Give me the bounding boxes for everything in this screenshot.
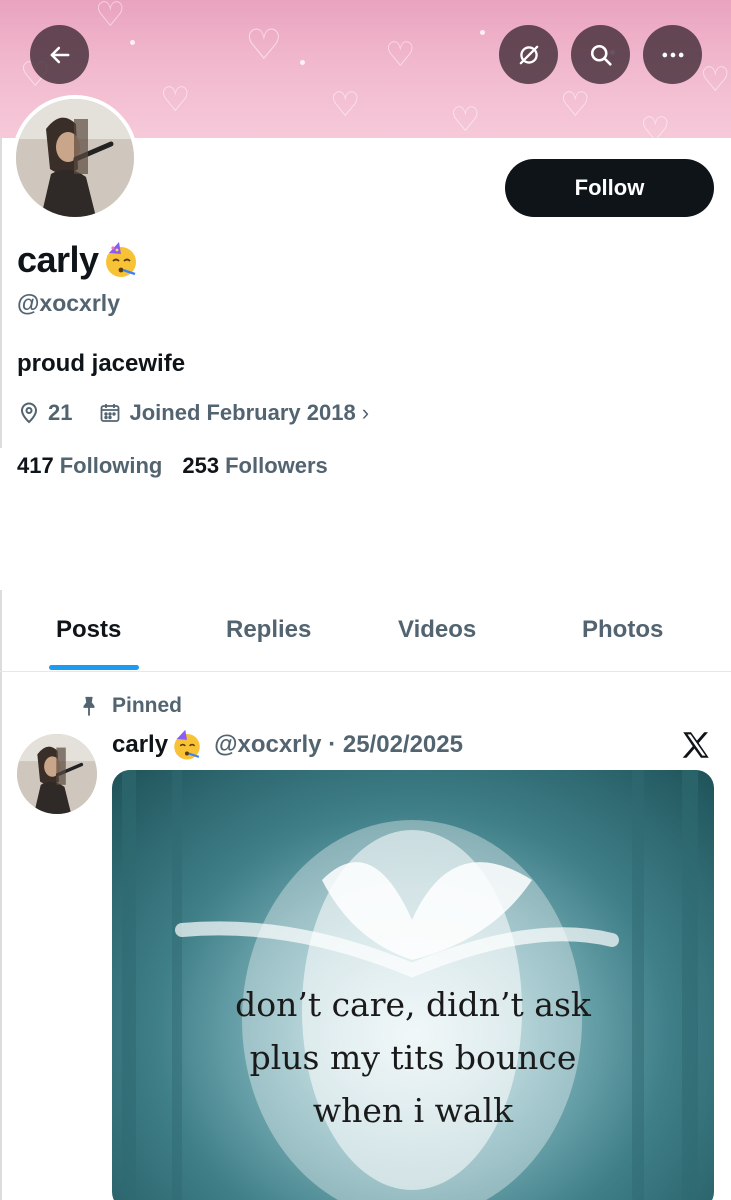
search-button[interactable] xyxy=(571,25,630,84)
grok-button[interactable] xyxy=(499,25,558,84)
followers-label: Followers xyxy=(225,453,328,478)
profile-handle: @xocxrly xyxy=(17,290,120,316)
location: 21 xyxy=(17,400,72,426)
active-tab-indicator xyxy=(49,665,139,670)
pin-icon xyxy=(83,696,95,717)
search-icon xyxy=(590,44,612,66)
display-name: carly xyxy=(17,239,141,281)
post-author-avatar[interactable] xyxy=(17,734,97,814)
tab-posts[interactable]: Posts xyxy=(56,616,121,644)
profile-bio: proud jacewife xyxy=(17,350,186,377)
post-header: carly @xocxrly · 25/02/2025 xyxy=(112,728,463,762)
heart-decoration: ♡ xyxy=(160,81,191,119)
heart-decoration: ♡ xyxy=(560,86,591,124)
display-name-text: carly xyxy=(17,239,99,280)
partying-face-emoji xyxy=(174,729,200,760)
following-link[interactable]: 417 Following xyxy=(17,453,162,479)
profile-meta: 21 Joined February 2018 › xyxy=(17,400,395,426)
post-media-image[interactable]: don’t care, didn’t ask plus my tits boun… xyxy=(112,770,714,1200)
calendar-icon xyxy=(101,404,120,422)
follow-button[interactable]: Follow xyxy=(505,159,714,217)
heart-decoration: ♡ xyxy=(245,21,283,68)
avatar-image xyxy=(17,734,97,814)
following-label: Following xyxy=(59,453,163,478)
tab-videos[interactable]: Videos xyxy=(398,616,476,644)
sparkle-decoration xyxy=(130,40,135,45)
avatar-image xyxy=(16,99,134,217)
post-author-name[interactable]: carly xyxy=(112,731,168,759)
heart-decoration: ♡ xyxy=(330,86,361,124)
media-caption-line: when i walk xyxy=(312,1091,514,1130)
joined-date[interactable]: Joined February 2018 › xyxy=(98,400,369,426)
chevron-right-icon: › xyxy=(361,400,370,425)
tab-replies[interactable]: Replies xyxy=(226,616,311,644)
grok-icon xyxy=(519,45,538,64)
more-horizontal-icon xyxy=(662,52,683,57)
pinned-label: Pinned xyxy=(112,694,183,717)
media-caption-line: don’t care, didn’t ask xyxy=(235,985,591,1024)
heart-decoration: ♡ xyxy=(640,111,671,138)
following-count: 417 xyxy=(17,453,54,478)
divider xyxy=(0,590,2,1200)
tab-photos[interactable]: Photos xyxy=(582,616,663,644)
followers-count: 253 xyxy=(182,453,220,478)
media-caption: don’t care, didn’t ask plus my tits boun… xyxy=(112,978,714,1137)
heart-decoration: ♡ xyxy=(95,0,126,34)
post-handle-date[interactable]: @xocxrly · 25/02/2025 xyxy=(214,731,463,759)
sparkle-decoration xyxy=(480,30,485,35)
profile-avatar[interactable] xyxy=(12,95,138,221)
joined-text: Joined February 2018 xyxy=(129,400,356,425)
heart-decoration: ♡ xyxy=(450,101,481,138)
divider xyxy=(0,138,2,448)
x-logo-icon xyxy=(682,732,709,758)
back-button[interactable] xyxy=(30,25,89,84)
arrow-left-icon xyxy=(50,46,69,63)
media-caption-line: plus my tits bounce xyxy=(249,1038,577,1077)
location-pin-icon xyxy=(20,402,38,424)
partying-face-emoji xyxy=(105,242,136,277)
sparkle-decoration xyxy=(300,60,305,65)
follow-counts: 417 Following 253 Followers xyxy=(17,453,348,479)
profile-tabs: Posts Replies Videos Photos xyxy=(0,600,731,672)
followers-link[interactable]: 253 Followers xyxy=(182,453,327,479)
heart-decoration: ♡ xyxy=(700,61,731,99)
heart-decoration: ♡ xyxy=(385,36,416,74)
more-button[interactable] xyxy=(643,25,702,84)
location-text: 21 xyxy=(48,400,73,425)
pinned-indicator: Pinned xyxy=(78,694,182,718)
